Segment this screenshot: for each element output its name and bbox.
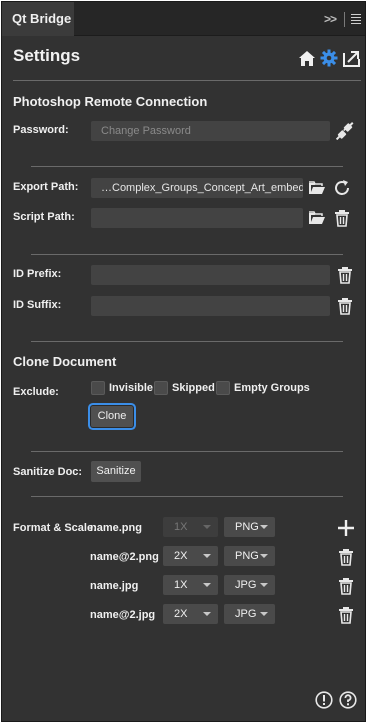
format-select[interactable]: PNG bbox=[224, 546, 275, 566]
folder-icon[interactable] bbox=[307, 208, 327, 228]
plug-icon[interactable] bbox=[335, 121, 355, 141]
warning-icon[interactable] bbox=[314, 690, 334, 710]
qt-bridge-panel: Qt Bridge >> Settings Photoshop Remote C… bbox=[1, 1, 366, 722]
script-path-label: Script Path: bbox=[13, 211, 75, 223]
section-heading-remote: Photoshop Remote Connection bbox=[13, 94, 208, 109]
scale-select[interactable]: 2X bbox=[163, 546, 218, 566]
export-path-input[interactable]: …Complex_Groups_Concept_Art_embedded/ bbox=[91, 178, 303, 198]
divider bbox=[31, 254, 343, 255]
empty-groups-label: Empty Groups bbox=[234, 382, 310, 394]
id-suffix-input[interactable] bbox=[91, 296, 330, 316]
format-row-name: name.png bbox=[90, 522, 142, 534]
section-heading-clone: Clone Document bbox=[13, 354, 117, 369]
format-row-name: name@2.png bbox=[90, 551, 159, 563]
page-title: Settings bbox=[13, 46, 81, 65]
gear-icon[interactable] bbox=[319, 48, 339, 68]
scale-select[interactable]: 1X bbox=[163, 575, 218, 595]
format-scale-label: Format & Scale: bbox=[13, 522, 97, 534]
id-suffix-label: ID Suffix: bbox=[13, 299, 62, 311]
password-input[interactable]: Change Password bbox=[91, 121, 330, 141]
script-path-input[interactable] bbox=[91, 208, 303, 228]
help-icon[interactable] bbox=[338, 690, 358, 710]
trash-icon[interactable] bbox=[335, 296, 355, 316]
clone-button[interactable]: Clone bbox=[91, 406, 133, 427]
tabbar-divider bbox=[344, 12, 345, 27]
password-label: Password: bbox=[13, 124, 69, 136]
divider bbox=[31, 341, 343, 342]
format-select[interactable]: JPG bbox=[224, 575, 275, 595]
trash-icon[interactable] bbox=[336, 547, 356, 567]
invisible-label: Invisible bbox=[109, 382, 154, 394]
tab-bar: Qt Bridge >> bbox=[2, 2, 365, 36]
scale-select: 1X bbox=[163, 517, 218, 537]
tab-qt-bridge[interactable]: Qt Bridge bbox=[2, 2, 74, 36]
plus-icon[interactable] bbox=[336, 518, 356, 538]
exclude-label: Exclude: bbox=[13, 386, 59, 398]
divider bbox=[31, 451, 343, 452]
divider bbox=[31, 166, 343, 167]
sanitize-button[interactable]: Sanitize bbox=[91, 461, 141, 482]
format-row-name: name@2.jpg bbox=[90, 609, 156, 621]
sanitize-label: Sanitize Doc: bbox=[13, 466, 83, 478]
refresh-icon[interactable] bbox=[332, 178, 352, 198]
scale-select[interactable]: 2X bbox=[163, 604, 218, 624]
home-icon[interactable] bbox=[297, 48, 317, 68]
export-icon[interactable] bbox=[342, 48, 362, 68]
collapse-panel-button[interactable]: >> bbox=[324, 12, 337, 26]
trash-icon[interactable] bbox=[336, 605, 356, 625]
format-select[interactable]: PNG bbox=[224, 517, 275, 537]
invisible-checkbox[interactable] bbox=[91, 381, 105, 395]
divider bbox=[13, 80, 361, 81]
trash-icon[interactable] bbox=[336, 576, 356, 596]
export-path-label: Export Path: bbox=[13, 181, 79, 193]
folder-icon[interactable] bbox=[307, 178, 327, 198]
format-select[interactable]: JPG bbox=[224, 604, 275, 624]
id-prefix-input[interactable] bbox=[91, 265, 330, 285]
trash-icon[interactable] bbox=[335, 265, 355, 285]
empty-groups-checkbox[interactable] bbox=[216, 381, 230, 395]
id-prefix-label: ID Prefix: bbox=[13, 268, 62, 280]
skipped-checkbox[interactable] bbox=[154, 381, 168, 395]
skipped-label: Skipped bbox=[172, 382, 215, 394]
format-row-name: name.jpg bbox=[90, 580, 139, 592]
divider bbox=[31, 496, 343, 497]
menu-icon[interactable] bbox=[351, 14, 361, 26]
trash-icon[interactable] bbox=[332, 208, 352, 228]
